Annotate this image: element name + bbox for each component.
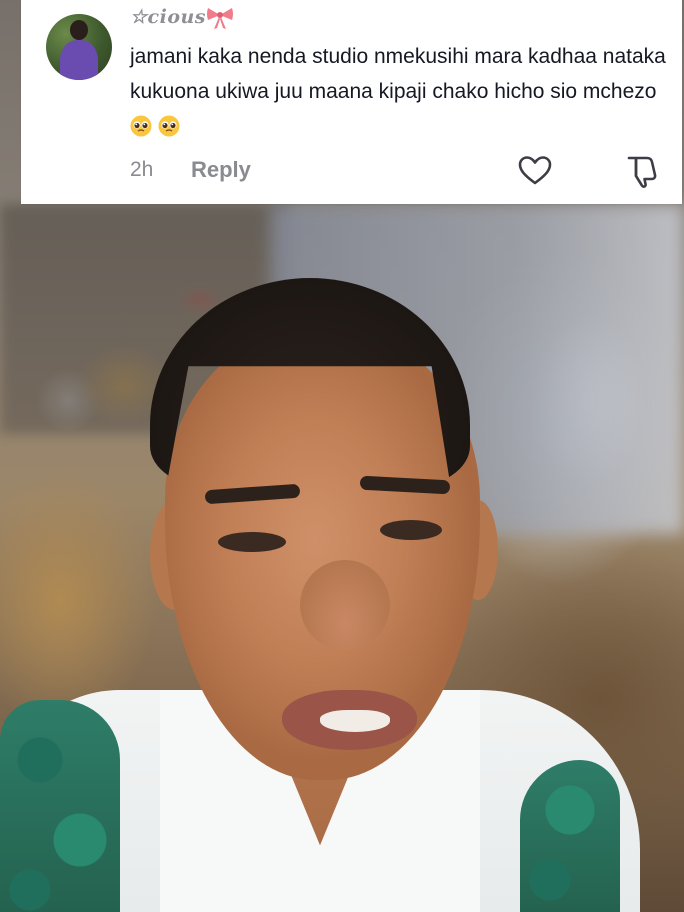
pleading-face-icon xyxy=(158,115,180,137)
person-nose xyxy=(300,560,390,650)
pleading-face-icon xyxy=(130,115,152,137)
comment-username[interactable]: ☆cious xyxy=(130,6,206,28)
bow-icon xyxy=(207,8,233,29)
comment-body: jamani kaka nenda studio nmekusihi mara … xyxy=(130,45,666,103)
comment-text: jamani kaka nenda studio nmekusihi mara … xyxy=(130,39,670,144)
heart-outline-icon[interactable] xyxy=(518,155,552,187)
comment-card: ☆cious jamani kaka nenda studio nmekusih… xyxy=(21,0,682,204)
shirt-pattern xyxy=(0,700,120,912)
shirt-pattern xyxy=(520,760,620,912)
person-eye xyxy=(218,532,286,552)
person-teeth xyxy=(320,710,390,732)
person-eye xyxy=(380,520,442,540)
comment-timestamp: 2h xyxy=(130,158,154,181)
thumbs-down-outline-icon[interactable] xyxy=(625,154,661,188)
reply-button[interactable]: Reply xyxy=(191,157,251,183)
avatar[interactable] xyxy=(46,14,112,80)
avatar-figure xyxy=(70,20,88,40)
avatar-figure xyxy=(60,40,98,80)
